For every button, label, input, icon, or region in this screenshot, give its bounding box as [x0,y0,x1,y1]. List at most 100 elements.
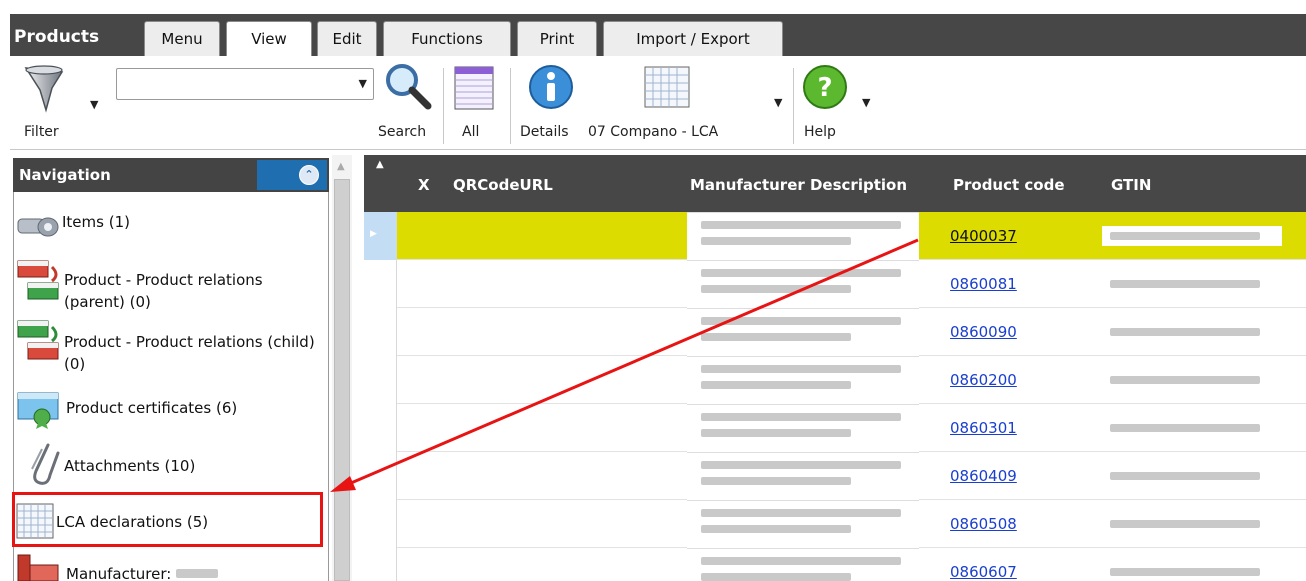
redacted-value [176,569,218,578]
product-code-link[interactable]: 0860090 [950,323,1017,341]
scroll-up-icon[interactable]: ▲ [337,161,345,172]
table-row[interactable]: 0860409 [364,452,1306,500]
navigation-title: Navigation [19,166,111,184]
gtin-cell [1102,322,1282,342]
tab-view[interactable]: View [226,21,312,57]
view-dropdown-icon[interactable]: ▼ [774,96,782,109]
gtin-cell [1102,514,1282,534]
ribbon-separator [793,68,794,144]
grid-header: ▲ X QRCodeURL Manufacturer Description P… [364,155,1306,212]
product-code-link[interactable]: 0400037 [950,227,1017,245]
column-header-gtin[interactable]: GTIN [1111,176,1151,194]
nav-item-attachments[interactable]: Attachments (10) [16,439,322,489]
product-code-link[interactable]: 0860200 [950,371,1017,389]
redacted-value [701,509,901,517]
row-selector[interactable] [364,404,397,452]
redacted-value [701,477,851,485]
search-button[interactable]: Search [376,60,438,146]
nav-item-product-relations-parent[interactable]: Product - Product relations (parent) (0) [16,255,322,311]
ribbon-toolbar: ▼ Filter ▼ Search All Details ▼ 07 Compa… [10,56,1306,150]
svg-text:?: ? [817,73,832,103]
all-button[interactable]: All [448,60,508,146]
grid-list-icon [454,66,494,110]
table-row[interactable]: ▶ 0400037 [364,212,1306,260]
tab-functions[interactable]: Functions [383,21,511,56]
tab-edit[interactable]: Edit [317,21,377,56]
redacted-value [701,365,901,373]
row-selector[interactable] [364,356,397,404]
filter-combo-input[interactable]: ▼ [116,68,374,100]
row-selector[interactable] [364,500,397,548]
ribbon-separator [510,68,511,144]
product-code-link[interactable]: 0860301 [950,419,1017,437]
navigation-scrollbar[interactable]: ▲ [332,155,352,581]
redacted-value [1110,568,1260,576]
nav-item-manufacturer[interactable]: Manufacturer: [16,551,322,581]
help-dropdown-icon[interactable]: ▼ [862,96,870,109]
info-icon [529,65,573,109]
product-code-link[interactable]: 0860508 [950,515,1017,533]
table-row[interactable]: 0860607 [364,548,1306,581]
gtin-cell [1102,418,1282,438]
table-grid-icon [644,66,690,108]
help-button[interactable]: ? ▼ Help [800,60,880,146]
row-selector[interactable] [364,548,397,581]
column-header-qrcodeurl[interactable]: QRCodeURL [453,176,553,194]
details-label: Details [520,124,569,140]
redacted-value [701,413,901,421]
filter-button[interactable]: ▼ Filter [14,62,104,146]
row-selector[interactable] [364,260,397,308]
redacted-value [1110,472,1260,480]
column-header-x[interactable]: X [418,176,430,194]
table-row[interactable]: 0860301 [364,404,1306,452]
gtin-cell [1102,562,1282,581]
redacted-value [701,285,851,293]
certificate-icon [17,392,59,429]
gtin-cell [1102,226,1282,246]
redacted-value [1110,520,1260,528]
redacted-value [701,381,851,389]
filter-label: Filter [24,124,59,140]
view-label: 07 Compano - LCA [588,124,719,140]
row-selector[interactable]: ▶ [364,212,397,260]
gtin-cell [1102,274,1282,294]
column-header-manufacturer-description[interactable]: Manufacturer Description [690,176,907,194]
redacted-value [701,269,901,277]
collapse-up-icon[interactable]: ⌃ [299,165,319,185]
product-code-link[interactable]: 0860607 [950,563,1017,581]
paperclip-icon [31,443,60,485]
redacted-value [1110,424,1260,432]
row-selector[interactable] [364,452,397,500]
sort-ascending-icon[interactable]: ▲ [376,159,384,170]
tab-menu[interactable]: Menu [144,21,220,56]
tab-import-export[interactable]: Import / Export [603,21,783,56]
nav-item-items[interactable]: Items (1) [16,207,322,247]
gtin-cell [1102,370,1282,390]
redacted-value [701,573,851,581]
navigation-header: Navigation ⌃ [13,158,329,192]
row-selector[interactable] [364,308,397,356]
table-row[interactable]: 0860081 [364,260,1306,308]
table-row[interactable]: 0860508 [364,500,1306,548]
nav-item-product-certificates[interactable]: Product certificates (6) [16,387,322,429]
app-title: Products [14,27,100,47]
redacted-value [1110,376,1260,384]
details-button[interactable]: Details [516,60,586,146]
table-row[interactable]: 0860200 [364,356,1306,404]
navigation-collapse-area: ⌃ [257,160,327,190]
view-selector-button[interactable]: ▼ 07 Compano - LCA [588,60,788,146]
scrollbar-thumb[interactable] [334,179,350,581]
nav-item-product-relations-child[interactable]: Product - Product relations (child) (0) [16,317,322,373]
all-label: All [462,124,480,140]
manufacturer-description-cell [687,500,919,548]
product-code-link[interactable]: 0860409 [950,467,1017,485]
tab-print[interactable]: Print [517,21,597,56]
table-row[interactable]: 0860090 [364,308,1306,356]
column-header-product-code[interactable]: Product code [953,176,1065,194]
combo-dropdown-icon[interactable]: ▼ [359,77,367,90]
help-icon: ? [803,65,847,109]
gtin-cell [1102,466,1282,486]
product-relations-icon [17,320,59,360]
product-code-link[interactable]: 0860081 [950,275,1017,293]
filter-dropdown-icon[interactable]: ▼ [90,98,98,111]
